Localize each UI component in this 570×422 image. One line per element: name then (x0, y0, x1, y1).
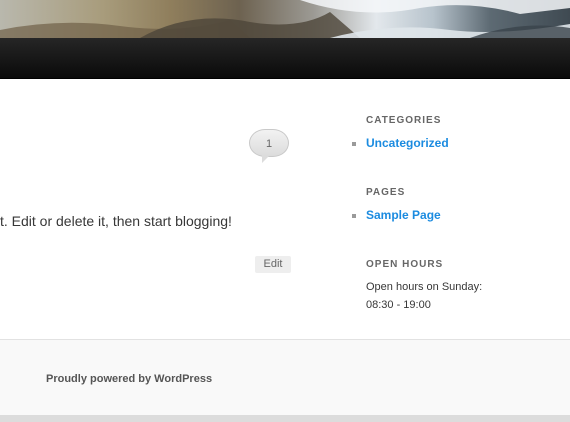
site-footer: Proudly powered by WordPress (0, 339, 570, 416)
comment-count-bubble[interactable]: 1 (249, 129, 289, 163)
post-excerpt: t. Edit or delete it, then start bloggin… (0, 213, 232, 229)
bottom-strip (0, 415, 570, 422)
rocky-coast-image (0, 0, 570, 38)
open-hours-widget-title: OPEN HOURS (366, 259, 444, 270)
open-hours-time: 08:30 - 19:00 (366, 299, 431, 311)
header-image (0, 0, 570, 38)
list-bullet (352, 142, 356, 146)
categories-widget-title: CATEGORIES (366, 115, 442, 126)
pages-widget-title: PAGES (366, 187, 406, 198)
edit-post-link[interactable]: Edit (255, 256, 291, 273)
open-hours-day: Open hours on Sunday: (366, 281, 483, 293)
page-link-sample-page[interactable]: Sample Page (366, 208, 441, 222)
footer-credit-link[interactable]: Proudly powered by WordPress (46, 373, 212, 385)
category-link-uncategorized[interactable]: Uncategorized (366, 136, 449, 150)
list-bullet (352, 214, 356, 218)
navigation-bar (0, 38, 570, 79)
comment-count: 1 (265, 138, 273, 150)
